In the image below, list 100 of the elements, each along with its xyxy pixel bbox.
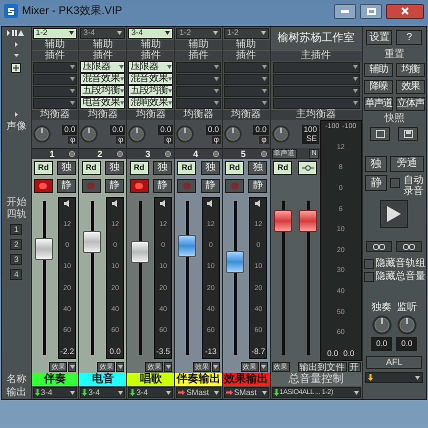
eq-section-header[interactable]: 均衡器: [79, 109, 126, 120]
knob-icon[interactable]: [80, 125, 98, 143]
plugins-section-header[interactable]: 插件: [127, 50, 174, 61]
speaker-icon[interactable]: [112, 200, 119, 207]
maximize-button[interactable]: [360, 4, 382, 18]
insert-slot[interactable]: [176, 62, 221, 72]
record-button[interactable]: [82, 179, 101, 193]
insert-slot[interactable]: [32, 74, 78, 84]
knob-icon[interactable]: [396, 315, 417, 335]
fader-thumb[interactable]: [298, 210, 317, 232]
add-button[interactable]: [11, 63, 22, 73]
read-button[interactable]: Rd: [34, 161, 53, 175]
channel-name[interactable]: 电音: [79, 373, 126, 386]
crosshair-icon[interactable]: [69, 151, 76, 157]
read-button[interactable]: Rd: [82, 161, 101, 175]
reset-option-button[interactable]: 辅助: [364, 63, 393, 77]
expand-icon[interactable]: [14, 112, 19, 117]
plugins-section-header[interactable]: 插件: [222, 50, 270, 61]
fader-thumb[interactable]: [178, 234, 196, 257]
reset-option-button[interactable]: 均衡: [396, 63, 425, 77]
effects-dropdown[interactable]: [116, 362, 124, 372]
insert-slot[interactable]: 五段均衡: [128, 85, 174, 97]
insert-slot[interactable]: [224, 98, 269, 108]
plugins-section-header[interactable]: 插件: [79, 50, 126, 61]
channel-name[interactable]: 伴奏: [32, 373, 78, 386]
effects-dropdown[interactable]: [68, 362, 76, 372]
eq-section-header[interactable]: 均衡器: [32, 109, 78, 120]
input-dropdown[interactable]: 3-4: [128, 28, 174, 38]
insert-slot[interactable]: 压限器: [80, 61, 126, 73]
aux-section-header[interactable]: 辅助: [79, 39, 126, 50]
afl-button[interactable]: AFL: [366, 356, 422, 369]
fader-thumb[interactable]: [226, 250, 244, 273]
input-dropdown[interactable]: 3-4: [80, 28, 126, 38]
output-dropdown[interactable]: SMast: [176, 387, 221, 398]
collapse-icon[interactable]: [14, 53, 19, 58]
mute-button[interactable]: 静: [57, 179, 76, 193]
link-button[interactable]: [396, 241, 422, 252]
insert-slot[interactable]: [176, 98, 221, 108]
fader-thumb[interactable]: [82, 231, 101, 254]
insert-slot[interactable]: [224, 62, 269, 72]
save-button[interactable]: [398, 127, 418, 141]
reset-option-button[interactable]: 降噪: [364, 80, 393, 94]
reset-option-button[interactable]: 效果: [396, 80, 425, 94]
output-dropdown[interactable]: 3-4: [80, 387, 126, 398]
solo-button[interactable]: 独: [57, 161, 76, 175]
insert-slot[interactable]: 混音效果: [128, 73, 174, 85]
link-button[interactable]: [298, 161, 318, 175]
channel-name[interactable]: 效果输出: [222, 373, 270, 386]
knob-icon[interactable]: [224, 125, 242, 143]
output-to-file-button[interactable]: 输出到文件: [298, 362, 347, 372]
aux-section-header[interactable]: 辅助: [127, 39, 174, 50]
input-icon[interactable]: [7, 29, 26, 37]
eq-section-header[interactable]: 均衡器: [222, 109, 270, 120]
effects-dropdown[interactable]: [260, 362, 268, 372]
read-button[interactable]: Rd: [273, 161, 292, 175]
insert-slot[interactable]: [176, 86, 221, 96]
mute-button[interactable]: 静: [248, 179, 268, 193]
eq-section-header[interactable]: 均衡器: [127, 109, 174, 120]
bypass-button[interactable]: 旁通: [390, 156, 424, 172]
read-button[interactable]: Rd: [177, 161, 196, 175]
link-button[interactable]: [366, 241, 392, 252]
read-button[interactable]: Rd: [130, 161, 149, 175]
crosshair-icon[interactable]: [165, 151, 172, 157]
insert-slot[interactable]: 压限器: [128, 61, 174, 73]
record-button[interactable]: [34, 179, 53, 193]
group-button[interactable]: 1: [10, 224, 22, 235]
insert-slot[interactable]: 电音效果: [80, 97, 126, 109]
expand-icon[interactable]: [14, 42, 19, 47]
mute-button[interactable]: 静: [200, 179, 220, 193]
effects-dropdown[interactable]: [164, 362, 172, 372]
reset-option-button[interactable]: 立体声: [396, 97, 425, 111]
channel-name[interactable]: 伴奏输出: [175, 373, 222, 386]
snapshot-button[interactable]: [370, 127, 390, 141]
output-dropdown[interactable]: 3-4: [32, 387, 78, 398]
master-name[interactable]: 总音量控制: [270, 373, 362, 386]
reset-option-button[interactable]: 单声道: [364, 97, 393, 111]
input-dropdown[interactable]: 1-2: [224, 28, 269, 38]
knob-icon[interactable]: [176, 125, 194, 143]
channel-name[interactable]: 唱歌: [127, 373, 174, 386]
group-button[interactable]: 2: [10, 239, 22, 250]
group-button[interactable]: 3: [10, 254, 22, 265]
file-toggle-button[interactable]: 开: [348, 362, 361, 372]
eq-section-header[interactable]: 均衡器: [175, 109, 222, 120]
group-button[interactable]: 4: [10, 269, 22, 280]
knob-icon[interactable]: [272, 125, 290, 143]
crosshair-icon[interactable]: [260, 151, 267, 157]
fader-thumb[interactable]: [130, 241, 149, 264]
input-dropdown[interactable]: 1-2: [176, 28, 221, 38]
aux-section-header[interactable]: 辅助: [175, 39, 222, 50]
play-button[interactable]: [380, 200, 408, 228]
insert-slot[interactable]: [32, 98, 78, 108]
speaker-icon[interactable]: [64, 200, 71, 207]
knob-icon[interactable]: [372, 315, 392, 335]
checkbox[interactable]: [390, 178, 400, 188]
output-dropdown[interactable]: [365, 372, 424, 383]
speaker-icon[interactable]: [160, 200, 167, 207]
record-button[interactable]: [177, 179, 196, 193]
output-dropdown[interactable]: SMast: [224, 387, 269, 398]
insert-slot[interactable]: 混响效果: [128, 97, 174, 109]
knob-icon[interactable]: [32, 125, 51, 143]
